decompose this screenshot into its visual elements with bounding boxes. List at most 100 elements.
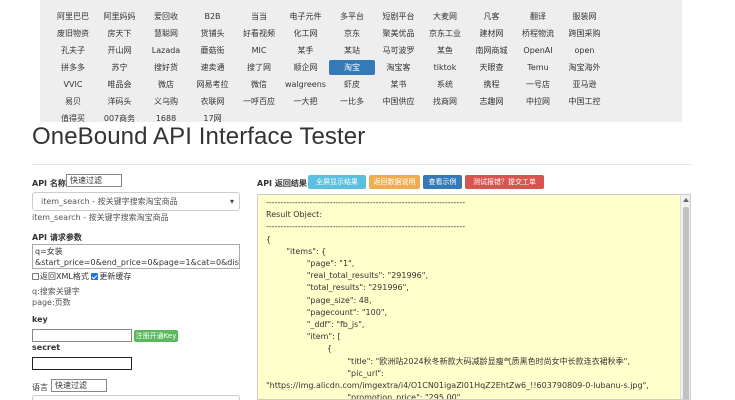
platform-link[interactable]: 系统 — [422, 77, 468, 92]
platform-link[interactable]: 爱回收 — [143, 9, 189, 24]
api-description: item_search - 按关键字搜索淘宝商品 — [32, 213, 169, 222]
platform-link[interactable]: 淘宝 — [329, 60, 375, 75]
platform-link[interactable]: Lazada — [143, 43, 189, 58]
refresh-cache-checkbox[interactable] — [91, 273, 99, 280]
platform-link[interactable]: 微信 — [236, 77, 282, 92]
platform-link[interactable]: 淘宝海外 — [562, 60, 608, 75]
platform-link[interactable]: 拼多多 — [50, 60, 96, 75]
platform-link[interactable]: 大麦网 — [422, 9, 468, 24]
platform-link[interactable]: 电子元件 — [283, 9, 329, 24]
api-name-label: API 名称 — [32, 179, 66, 188]
platform-link[interactable]: 中国供应 — [376, 94, 422, 109]
platform-link[interactable]: 义乌购 — [143, 94, 189, 109]
lang-filter-input[interactable] — [51, 379, 107, 392]
api-name-filter-input[interactable] — [66, 174, 122, 187]
platform-link[interactable]: 南网商城 — [469, 43, 515, 58]
platform-link[interactable]: 蘑菇街 — [190, 43, 236, 58]
lang-select[interactable] — [32, 395, 240, 400]
result-panel[interactable]: ----------------------------------------… — [257, 194, 691, 400]
platform-link[interactable]: 一号店 — [515, 77, 561, 92]
platform-link[interactable]: 搜了网 — [236, 60, 282, 75]
param-hint-page: page:页数 — [32, 298, 71, 307]
platform-link[interactable]: 天眼查 — [469, 60, 515, 75]
platform-link[interactable]: 淘宝客 — [376, 60, 422, 75]
platform-link[interactable]: 废旧物资 — [50, 26, 96, 41]
platform-link[interactable]: 某书 — [376, 77, 422, 92]
platform-link[interactable]: 化工网 — [283, 26, 329, 41]
key-input[interactable] — [32, 329, 132, 342]
platform-link[interactable]: 某手 — [283, 43, 329, 58]
platform-link[interactable]: 搜好货 — [143, 60, 189, 75]
platform-link[interactable]: VVIC — [50, 77, 96, 92]
platform-link[interactable]: 翻译 — [515, 9, 561, 24]
platform-link[interactable]: 亚马逊 — [562, 77, 608, 92]
platform-link[interactable]: 中国工控 — [562, 94, 608, 109]
scroll-up-arrow-icon[interactable] — [683, 198, 689, 202]
platform-link[interactable]: 找商网 — [422, 94, 468, 109]
platform-link[interactable]: open — [562, 43, 608, 58]
platform-link[interactable]: 货铺头 — [190, 26, 236, 41]
platform-link[interactable]: 网易考拉 — [190, 77, 236, 92]
platform-link[interactable]: 顺企网 — [283, 60, 329, 75]
platform-link[interactable]: Temu — [515, 60, 561, 75]
api-select[interactable]: item_search - 按关键字搜索淘宝商品 ▾ — [32, 192, 240, 211]
platform-panel: 阿里巴巴 阿里妈妈 爱回收 B2B 当当 电子元件 多平台 短剧平台 大麦网 凡客 翻译 服装网废旧物… — [40, 0, 682, 123]
platform-link[interactable]: 好看视频 — [236, 26, 282, 41]
params-textarea[interactable]: q=女装 &start_price=0&end_price=0&page=1&c… — [32, 244, 240, 269]
platform-link[interactable]: 多平台 — [329, 9, 375, 24]
platform-link[interactable]: 孔夫子 — [50, 43, 96, 58]
platform-link[interactable]: 携程 — [469, 77, 515, 92]
platform-link[interactable]: 阿里妈妈 — [97, 9, 143, 24]
register-key-button[interactable]: 注册开通Key — [134, 330, 178, 342]
platform-link[interactable]: 当当 — [236, 9, 282, 24]
platform-link[interactable]: 易贝 — [50, 94, 96, 109]
platform-link[interactable]: 志趣网 — [469, 94, 515, 109]
platform-link[interactable]: 某鱼 — [422, 43, 468, 58]
platform-link[interactable]: 开山网 — [97, 43, 143, 58]
data-docs-button[interactable]: 返回数据说明 — [369, 175, 420, 189]
lang-label: 语言 — [32, 383, 48, 392]
platform-link[interactable]: MIC — [236, 43, 282, 58]
platform-link[interactable]: 建材网 — [469, 26, 515, 41]
platform-link[interactable]: 速卖通 — [190, 60, 236, 75]
platform-link[interactable]: 衣联网 — [190, 94, 236, 109]
platform-grid: 阿里巴巴 阿里妈妈 爱回收 B2B 当当 电子元件 多平台 短剧平台 大麦网 凡客 翻译 服装网废旧物… — [50, 9, 608, 128]
platform-link[interactable]: 桥程物流 — [515, 26, 561, 41]
platform-link[interactable]: 凡客 — [469, 9, 515, 24]
platform-link[interactable]: 一比多 — [329, 94, 375, 109]
platform-link[interactable]: 跨国采购 — [562, 26, 608, 41]
platform-link[interactable]: 京东工业 — [422, 26, 468, 41]
platform-link[interactable]: 短剧平台 — [376, 9, 422, 24]
platform-link[interactable]: 唯品会 — [97, 77, 143, 92]
platform-link[interactable]: 房天下 — [97, 26, 143, 41]
result-scrollbar[interactable] — [680, 195, 690, 399]
fullscreen-result-button[interactable]: 全屏显示结果 — [308, 175, 366, 189]
platform-link[interactable]: 慧聪网 — [143, 26, 189, 41]
report-error-button[interactable]: 测试报错？提交工单 — [465, 175, 544, 189]
platform-link[interactable]: OpenAI — [515, 43, 561, 58]
platform-link[interactable]: 苏宁 — [97, 60, 143, 75]
page-title: OneBound API Interface Tester — [32, 123, 366, 150]
platform-link[interactable]: 京东 — [329, 26, 375, 41]
platform-link[interactable]: 一大把 — [283, 94, 329, 109]
return-xml-checkbox[interactable] — [32, 273, 39, 280]
platform-link[interactable]: 微店 — [143, 77, 189, 92]
options-row: 返回XML格式 更新缓存 — [32, 271, 131, 282]
scroll-thumb[interactable] — [683, 207, 689, 399]
platform-link[interactable]: 一呼百应 — [236, 94, 282, 109]
return-xml-label: 返回XML格式 — [40, 272, 89, 281]
platform-link[interactable]: 洋码头 — [97, 94, 143, 109]
secret-label: secret — [32, 343, 61, 352]
view-example-button[interactable]: 查看示例 — [423, 175, 462, 189]
secret-input[interactable] — [32, 357, 132, 370]
platform-link[interactable]: B2B — [190, 9, 236, 24]
platform-link[interactable]: 服装网 — [562, 9, 608, 24]
platform-link[interactable]: 中拉网 — [515, 94, 561, 109]
platform-link[interactable]: tiktok — [422, 60, 468, 75]
platform-link[interactable]: 马可波罗 — [376, 43, 422, 58]
platform-link[interactable]: 聚美优品 — [376, 26, 422, 41]
platform-link[interactable]: 阿里巴巴 — [50, 9, 96, 24]
platform-link[interactable]: walgreens — [283, 77, 329, 92]
platform-link[interactable]: 某站 — [329, 43, 375, 58]
platform-link[interactable]: 虾皮 — [329, 77, 375, 92]
